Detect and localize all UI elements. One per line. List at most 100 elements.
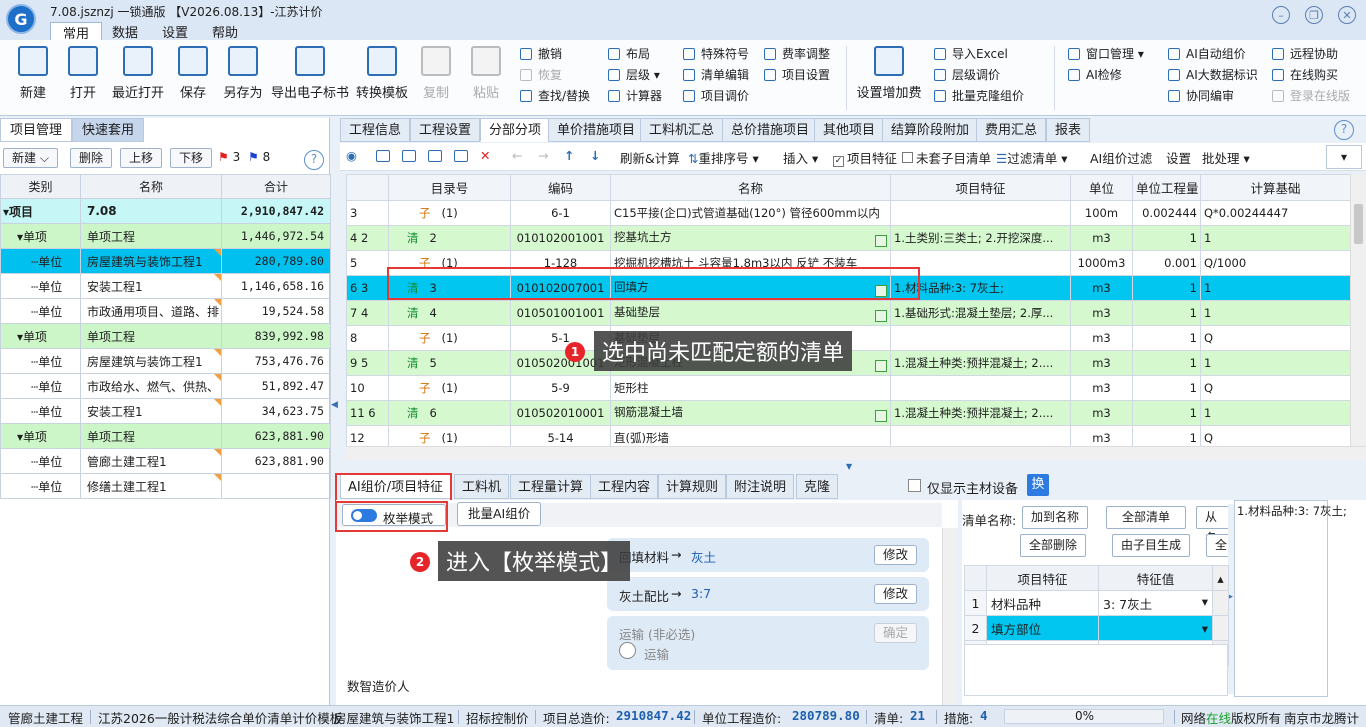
ai-filter-button[interactable]: AI组价过滤	[1090, 148, 1152, 167]
name-cell[interactable]: C15平接(企口)式管道基础(120°) 管径600mm以内	[610, 200, 891, 226]
move-up-button[interactable]: 上移	[120, 148, 163, 168]
dropdown-icon[interactable]: ▾	[1326, 145, 1362, 169]
radio-icon[interactable]	[619, 642, 636, 659]
horizontal-scrollbar[interactable]	[346, 446, 1366, 460]
delete-all-button[interactable]: 全部删除	[1020, 534, 1087, 557]
copy-button[interactable]: 复制	[416, 44, 456, 101]
tab-labor-material-summary[interactable]: 工料机汇总	[640, 118, 724, 142]
base-cell[interactable]: 1	[1200, 400, 1351, 426]
help-icon[interactable]: ?	[1334, 120, 1354, 140]
feature-name-cell[interactable]: 材料品种	[986, 590, 1099, 616]
delete-node-button[interactable]: 删除	[70, 148, 113, 168]
arrow-down-icon[interactable]: ↓	[590, 148, 600, 163]
name-cell[interactable]: 基础垫层	[610, 300, 891, 326]
name-cell[interactable]: 直(弧)形墙	[610, 425, 891, 446]
scrollbar-thumb[interactable]	[1354, 204, 1363, 244]
find-replace-button[interactable]: 查找/替换	[520, 86, 590, 106]
tab-project-manage[interactable]: 项目管理	[0, 118, 73, 142]
save-button[interactable]: 保存	[170, 44, 216, 101]
all-button[interactable]: 全	[1206, 534, 1230, 557]
base-cell[interactable]: 1	[1200, 225, 1351, 251]
move-down-button[interactable]: 下移	[170, 148, 213, 168]
base-cell[interactable]: Q	[1200, 425, 1351, 446]
tab-settlement[interactable]: 结算阶段附加	[882, 118, 979, 142]
all-lists-button[interactable]: 全部清单	[1106, 506, 1186, 529]
tab-sub-items[interactable]: 分部分项	[480, 118, 551, 142]
scroll-track[interactable]	[1212, 615, 1229, 641]
feature-row[interactable]: 1 材料品种 3: 7灰土 ▾	[964, 590, 1229, 616]
quantity-cell[interactable]: 1	[1132, 350, 1201, 376]
code-cell[interactable]: 6-1	[510, 200, 611, 226]
tab-unit-measures[interactable]: 单价措施项目	[548, 118, 645, 142]
column-header-feature[interactable]: 项目特征	[890, 174, 1071, 201]
tree-row[interactable]: ┄单位 房屋建筑与装饰工程1 280,789.80	[0, 248, 331, 274]
blue-flag-filter[interactable]: ⚑ 8	[248, 150, 270, 164]
settings-button[interactable]: 设置	[1166, 148, 1191, 167]
ai-auto-price-button[interactable]: AI自动组价	[1168, 44, 1246, 64]
note-icon[interactable]	[875, 310, 887, 322]
main-material-checkbox[interactable]	[908, 479, 921, 492]
unit-cell[interactable]: m3	[1070, 350, 1133, 376]
tree-row[interactable]: ┄单位 安装工程1 1,146,658.16	[0, 273, 331, 299]
vertical-scrollbar[interactable]	[942, 528, 958, 705]
export-button[interactable]: 导出电子标书	[270, 44, 350, 101]
from-name-button[interactable]: 从名	[1196, 506, 1232, 545]
confirm-button[interactable]: 确定	[873, 623, 917, 643]
tree-row[interactable]: ▾单项 单项工程 623,881.90	[0, 423, 331, 449]
code-cell[interactable]: 5-9	[510, 375, 611, 401]
unit-cell[interactable]: 100m	[1070, 200, 1133, 226]
outdent-icon[interactable]	[402, 150, 416, 162]
tab-quantity-calc[interactable]: 工程量计算	[510, 474, 592, 499]
generate-from-sub-button[interactable]: 由子目生成	[1112, 534, 1191, 557]
app-logo[interactable]: G	[6, 4, 36, 34]
arrow-left-icon[interactable]: ←	[512, 148, 522, 163]
chevron-down-icon[interactable]: ▾	[1202, 621, 1208, 636]
renumber-button[interactable]: ⇅重排序号 ▾	[688, 148, 759, 167]
note-icon[interactable]	[875, 235, 887, 247]
tree-row[interactable]: ┄单位 市政给水、燃气、供热、 51,892.47	[0, 373, 331, 399]
window-manage-button[interactable]: 窗口管理 ▾	[1068, 44, 1144, 64]
note-icon[interactable]	[875, 410, 887, 422]
feature-cell[interactable]	[890, 375, 1071, 401]
unit-cell[interactable]: m3	[1070, 275, 1133, 301]
refresh-calc-button[interactable]: 刷新&计算	[620, 148, 680, 167]
tab-work-content[interactable]: 工程内容	[590, 474, 659, 499]
scroll-up-icon[interactable]: ▴	[1212, 565, 1229, 591]
base-cell[interactable]: Q*0.00244447	[1200, 200, 1351, 226]
column-header-base[interactable]: 计算基础	[1200, 174, 1351, 201]
column-header-category[interactable]: 类别	[0, 174, 81, 199]
vertical-scrollbar[interactable]	[1350, 174, 1366, 446]
menu-tab-settings[interactable]: 设置	[150, 22, 200, 41]
feature-value-cell[interactable]: ▾	[1098, 615, 1213, 641]
unmatched-list-toggle[interactable]: 未套子目清单	[902, 148, 991, 167]
feature-cell[interactable]: 1.混凝土种类:预拌混凝土; 2....	[890, 350, 1071, 376]
column-header-value[interactable]: 特征值	[1098, 565, 1213, 591]
tree-row[interactable]: ┄单位 房屋建筑与装饰工程1 753,476.76	[0, 348, 331, 374]
help-icon[interactable]: ?	[304, 150, 324, 170]
tree-row[interactable]: ▾单项 单项工程 1,446,972.54	[0, 223, 331, 249]
feature-cell[interactable]	[890, 325, 1071, 351]
batch-process-button[interactable]: 批处理 ▾	[1202, 148, 1250, 167]
table-row[interactable]: 3 子 (1) 6-1 C15平接(企口)式管道基础(120°) 管径600mm以内…	[346, 200, 1351, 226]
tab-notes[interactable]: 附注说明	[726, 474, 795, 499]
online-buy-button[interactable]: 在线购买	[1272, 65, 1338, 85]
add-to-name-button[interactable]: 加到名称	[1022, 506, 1089, 529]
undo-button[interactable]: 撤销	[520, 44, 562, 64]
column-header-unit[interactable]: 单位	[1070, 174, 1133, 201]
quantity-cell[interactable]: 1	[1132, 325, 1201, 351]
recent-button[interactable]: 最近打开	[110, 44, 166, 101]
tab-cost-summary[interactable]: 费用汇总	[976, 118, 1047, 142]
quantity-cell[interactable]: 1	[1132, 275, 1201, 301]
tab-calc-rules[interactable]: 计算规则	[658, 474, 727, 499]
new-node-button[interactable]: 新建 ⌵	[3, 148, 58, 168]
arrow-up-icon[interactable]: ↑	[564, 148, 574, 163]
unit-cell[interactable]: m3	[1070, 425, 1133, 446]
feature-cell[interactable]: 1.混凝土种类:预拌混凝土; 2....	[890, 400, 1071, 426]
batch-clone-button[interactable]: 批量克隆组价	[934, 86, 1024, 106]
batch-ai-pricing-button[interactable]: 批量AI组价	[457, 502, 542, 526]
column-header-feature[interactable]: 项目特征	[986, 565, 1099, 591]
unit-cell[interactable]: m3	[1070, 300, 1133, 326]
modify-button[interactable]: 修改	[873, 584, 917, 604]
redo-button[interactable]: 恢复	[520, 65, 562, 85]
tab-project-info[interactable]: 工程信息	[340, 118, 411, 142]
